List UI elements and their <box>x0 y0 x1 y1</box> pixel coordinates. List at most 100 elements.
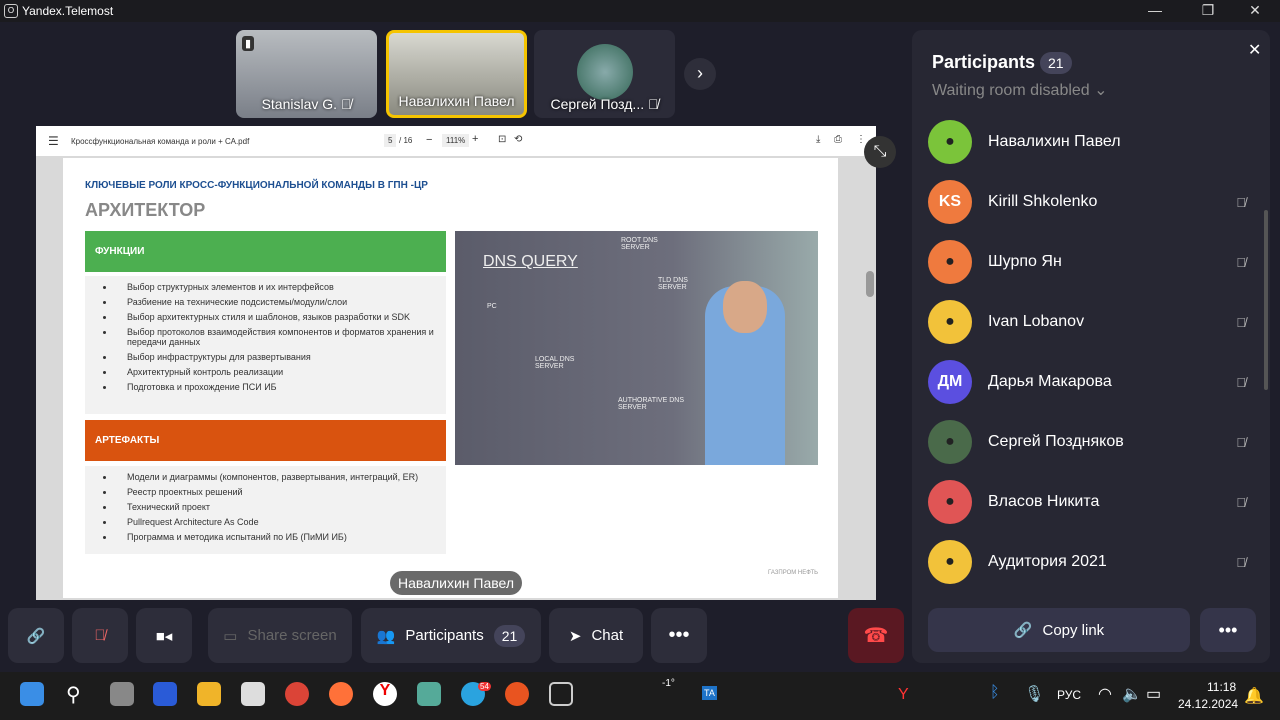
zoom-out-button[interactable]: − <box>426 134 432 146</box>
file-explorer-icon[interactable] <box>197 682 221 706</box>
avatar: ● <box>928 420 972 464</box>
language-indicator[interactable]: РУС <box>1057 688 1081 702</box>
avatar: ● <box>928 120 972 164</box>
participant-row[interactable]: ● Навалихин Павел <box>928 112 1258 172</box>
slide-footer: ГАЗПРОМ НЕФТЬ <box>768 570 819 576</box>
participant-name: Ivan Lobanov <box>988 313 1085 330</box>
participant-row[interactable]: ● Сергей Поздняков 🎙̸ <box>928 412 1258 472</box>
telemost-icon[interactable] <box>549 682 573 706</box>
waiting-room-dropdown[interactable]: Waiting room disabled ⌄ <box>932 80 1108 100</box>
tray-icon-ta[interactable]: TA <box>702 686 717 700</box>
download-icon[interactable]: ⤓ <box>816 134 820 145</box>
mic-tray-icon[interactable]: 🎙 <box>1024 684 1044 704</box>
next-videos-button[interactable]: › <box>684 58 716 90</box>
avatar: ● <box>928 300 972 344</box>
participant-row[interactable]: ● Власов Никита 🎙̸ <box>928 472 1258 532</box>
copy-link-button[interactable]: 🔗 Copy link <box>928 608 1190 652</box>
list-item: Программа и методика испытаний по ИБ (Пи… <box>115 532 446 542</box>
participants-panel: Participants 21 ✕ Waiting room disabled … <box>912 30 1270 663</box>
snipping-tool-icon[interactable] <box>241 682 265 706</box>
expand-icon[interactable]: ⤡ <box>864 136 896 168</box>
more-vert-icon[interactable]: ⋮ <box>856 134 866 145</box>
chrome-icon[interactable] <box>285 682 309 706</box>
clock-time[interactable]: 11:18 <box>1207 680 1236 694</box>
link-button[interactable]: 🔗 <box>8 608 64 663</box>
functions-header: ФУНКЦИИ <box>85 231 446 272</box>
participant-name: Kirill Shkolenko <box>988 193 1098 210</box>
close-panel-button[interactable]: ✕ <box>1248 40 1261 60</box>
participant-row[interactable]: ДМ Дарья Макарова 🎙̸ <box>928 352 1258 412</box>
print-icon[interactable]: ⎙ <box>834 134 842 145</box>
powershell-icon[interactable] <box>153 682 177 706</box>
yandex-browser-icon[interactable]: Y <box>373 682 397 706</box>
task-view-icon[interactable] <box>110 682 134 706</box>
weather-temp[interactable]: -1° <box>662 678 675 689</box>
minimize-button[interactable]: — <box>1140 2 1170 18</box>
maximize-button[interactable]: ❐ <box>1193 2 1223 19</box>
image-text: PC <box>487 303 497 310</box>
list-item: Подготовка и прохождение ПСИ ИБ <box>115 382 446 392</box>
signal-icon: ▮ <box>242 36 255 51</box>
pdf-toolbar: ☰ Кроссфункциональная команда и роли + С… <box>36 126 876 156</box>
user-icon: ● <box>945 253 955 270</box>
share-screen-button[interactable]: ▭ Share screen <box>208 608 352 663</box>
waiting-room-label: Waiting room disabled <box>932 82 1090 99</box>
camera-button[interactable]: ■◂ <box>136 608 192 663</box>
app-icon[interactable] <box>417 682 441 706</box>
video-tile[interactable]: ▮ Stanislav G. 🎙̸ <box>236 30 377 118</box>
zoom-level[interactable]: 111% <box>442 134 470 147</box>
bluetooth-icon[interactable]: ᛒ <box>990 684 1000 702</box>
battery-icon[interactable]: ▭ <box>1146 684 1161 704</box>
search-icon[interactable]: ⚲ <box>66 682 81 707</box>
fit-page-icon[interactable]: ⊡ <box>498 134 506 145</box>
dns-query-image: DNS QUERY PC LOCAL DNS SERVER ROOT DNS S… <box>455 231 818 465</box>
panel-scrollbar[interactable] <box>1264 210 1268 390</box>
video-tile[interactable]: Сергей Позд... 🎙̸ <box>534 30 675 118</box>
panel-more-button[interactable]: ••• <box>1200 608 1256 652</box>
more-icon: ••• <box>668 624 690 646</box>
volume-icon[interactable]: 🔈 <box>1122 684 1142 704</box>
participant-row[interactable]: ● Ivan Lobanov 🎙̸ <box>928 292 1258 352</box>
camera-icon: ■◂ <box>155 627 173 645</box>
list-item: Выбор архитектурных стиля и шаблонов, яз… <box>115 312 446 322</box>
mic-off-icon: 🎙̸ <box>1236 374 1246 390</box>
chevron-down-icon: ⌄ <box>1094 82 1108 99</box>
menu-icon[interactable]: ☰ <box>48 134 59 148</box>
participants-button[interactable]: 👥 Participants 21 <box>361 608 541 663</box>
pdf-scrollbar[interactable] <box>866 271 874 297</box>
chat-button[interactable]: ➤ Chat <box>549 608 643 663</box>
avatar: KS <box>928 180 972 224</box>
page-input[interactable]: 5 <box>384 134 397 147</box>
clock-date[interactable]: 24.12.2024 <box>1178 697 1238 711</box>
more-button[interactable]: ••• <box>651 608 707 663</box>
yandex-tray-icon[interactable]: Y <box>898 686 909 704</box>
start-icon[interactable] <box>20 682 44 706</box>
close-window-button[interactable]: ✕ <box>1240 2 1270 19</box>
mic-toggle-button[interactable]: 🎙̸ <box>72 608 128 663</box>
participant-row[interactable]: KS Kirill Shkolenko 🎙̸ <box>928 172 1258 232</box>
participant-row[interactable]: ● Аудитория 2021 🎙̸ <box>928 532 1258 592</box>
rotate-icon[interactable]: ⟲ <box>514 134 522 145</box>
notifications-icon[interactable]: 🔔 <box>1244 686 1264 706</box>
slide-kicker: КЛЮЧЕВЫЕ РОЛИ КРОСС-ФУНКЦИОНАЛЬНОЙ КОМАН… <box>85 180 428 191</box>
link-icon: 🔗 <box>1013 622 1033 639</box>
participant-row[interactable]: ● Шурпо Ян 🎙̸ <box>928 232 1258 292</box>
participant-name: Сергей Поздняков <box>988 433 1124 450</box>
participant-name: Власов Никита <box>988 493 1100 510</box>
list-item: Pullrequest Architecture As Code <box>115 517 446 527</box>
person-head <box>723 281 767 333</box>
participant-name: Аудитория 2021 <box>988 553 1107 570</box>
image-text: TLD DNS SERVER <box>658 277 688 291</box>
mic-off-icon: 🎙̸ <box>94 627 106 644</box>
wifi-icon[interactable]: ◠ <box>1098 684 1112 704</box>
mic-off-icon: 🎙̸ <box>1236 194 1246 210</box>
video-tile-active[interactable]: Навалихин Павел <box>386 30 527 118</box>
firefox-icon[interactable] <box>329 682 353 706</box>
functions-list: Выбор структурных элементов и их интерфе… <box>85 276 446 414</box>
end-call-button[interactable]: ☎ <box>848 608 904 663</box>
zoom-in-button[interactable]: + <box>472 133 478 145</box>
video-name: Навалихин Павел <box>398 93 515 109</box>
title-bar: O Yandex.Telemost — ❐ ✕ <box>0 0 1280 22</box>
ubuntu-icon[interactable] <box>505 682 529 706</box>
user-icon: ● <box>945 133 955 150</box>
